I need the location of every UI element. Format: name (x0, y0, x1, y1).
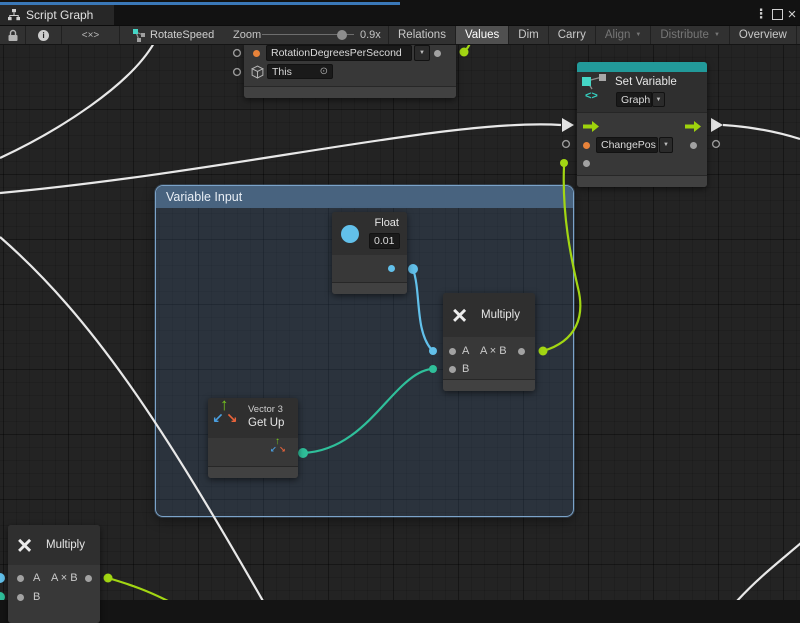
code-brackets-icon: <> (585, 90, 598, 102)
value-output-port[interactable] (388, 265, 395, 272)
variable-icon[interactable] (253, 50, 260, 57)
node-footer (577, 175, 707, 187)
output-port[interactable] (518, 348, 525, 355)
multiply-icon: × (17, 532, 32, 558)
maximize-icon[interactable] (770, 5, 784, 23)
multiply-icon: × (452, 302, 467, 328)
kebab-menu-icon[interactable]: ⋮ (754, 5, 768, 23)
node-set-variable[interactable]: <> Set Variable Graph ▼ ChangePos ▼ (577, 62, 707, 187)
graph-name-label: RotateSpeed (150, 29, 214, 41)
align-dropdown[interactable]: Align▼ (596, 26, 652, 44)
chevron-down-icon[interactable]: ▼ (414, 45, 430, 61)
relations-button[interactable]: Relations (389, 26, 456, 44)
graph-toolbar: i <×> RotateSpeed Zoom 0.9x Relations Va… (0, 25, 800, 45)
dim-button[interactable]: Dim (509, 26, 548, 44)
window-tab-bar: Script Graph ⋮ × (0, 0, 800, 25)
port-label-b: B (462, 363, 469, 375)
flow-in-arrow-icon[interactable] (583, 121, 599, 132)
port-label-a: A (462, 345, 469, 357)
zoom-label: Zoom (233, 29, 261, 41)
vector-right-arrow-icon: ↘ (226, 410, 238, 427)
node-multiply-2[interactable]: × Multiply A A × B B (8, 525, 100, 623)
value-input-port[interactable] (583, 160, 590, 167)
lock-icon (8, 29, 18, 42)
output-port[interactable] (85, 575, 92, 582)
cube-icon (251, 65, 264, 79)
zoom-value: 0.9x (360, 29, 381, 41)
zoom-slider-handle[interactable] (337, 30, 347, 40)
port-label-b: B (33, 591, 40, 603)
value-output-port[interactable] (434, 50, 441, 57)
node-footer (244, 86, 456, 98)
float-value-input[interactable]: 0.01 (369, 233, 400, 249)
node-title: Set Variable (615, 76, 677, 88)
vector-mini-right-icon: ↘ (279, 445, 286, 454)
node-title: Multiply (46, 539, 85, 551)
port-label-out: A × B (480, 345, 507, 357)
info-button[interactable]: i (26, 26, 62, 44)
overview-button[interactable]: Overview (730, 26, 797, 44)
vector-left-arrow-icon: ↙ (212, 410, 224, 427)
lock-button[interactable] (0, 26, 26, 44)
script-graph-asset-icon (133, 29, 146, 42)
graph-tree-icon (8, 9, 20, 21)
node-footer (443, 379, 535, 391)
info-icon: i (38, 30, 49, 41)
code-view-button[interactable]: <×> (62, 26, 120, 44)
node-title: Get Up (248, 417, 284, 429)
distribute-dropdown[interactable]: Distribute▼ (651, 26, 730, 44)
float-icon (341, 225, 359, 243)
node-multiply[interactable]: × Multiply A A × B B (443, 293, 535, 391)
variable-kind-dropdown[interactable]: Graph (616, 92, 652, 107)
group-box-title: Variable Input (166, 190, 242, 204)
chevron-down-icon: ▼ (714, 32, 720, 38)
node-category-strip (577, 62, 707, 72)
chevron-down-icon[interactable]: ▼ (659, 137, 673, 153)
chevron-down-icon: ▼ (635, 32, 641, 38)
tab-title: Script Graph (26, 8, 93, 22)
tab-script-graph[interactable]: Script Graph (0, 5, 114, 25)
node-type: Vector 3 (248, 404, 283, 415)
port-label-a: A (33, 572, 40, 584)
node-footer (208, 466, 298, 478)
port-label-out: A × B (51, 572, 78, 584)
chevron-down-icon[interactable]: ▼ (652, 92, 665, 107)
node-title: Float (375, 217, 399, 229)
node-vector3-get-up[interactable]: ↑ ↙ ↘ Vector 3 Get Up ↑ ↙ ↘ (208, 398, 298, 478)
toolbar-buttons: Relations Values Dim Carry Align▼ Distri… (388, 26, 800, 44)
group-box-header[interactable]: Variable Input (156, 186, 573, 208)
object-picker-icon[interactable]: ⊙ (320, 66, 328, 77)
variable-icon[interactable] (583, 142, 590, 149)
vector-mini-left-icon: ↙ (270, 445, 277, 454)
input-port-a[interactable] (17, 575, 24, 582)
node-float-literal[interactable]: Float 0.01 (332, 212, 407, 294)
variable-name-dropdown[interactable]: RotationDegreesPerSecond (266, 45, 412, 61)
input-port-a[interactable] (449, 348, 456, 355)
input-port-b[interactable] (449, 366, 456, 373)
flow-out-arrow-icon[interactable] (685, 121, 701, 132)
value-output-port[interactable] (690, 142, 697, 149)
node-get-variable[interactable]: RotationDegreesPerSecond ▼ This ⊙ (244, 43, 456, 98)
target-object-field[interactable]: This ⊙ (267, 64, 333, 79)
variable-name-dropdown[interactable]: ChangePos (596, 137, 658, 153)
node-footer (332, 282, 407, 294)
values-button[interactable]: Values (456, 26, 509, 44)
code-view-icon: <×> (82, 30, 100, 41)
node-title: Multiply (481, 309, 520, 321)
close-icon[interactable]: × (785, 5, 799, 23)
carry-button[interactable]: Carry (549, 26, 596, 44)
